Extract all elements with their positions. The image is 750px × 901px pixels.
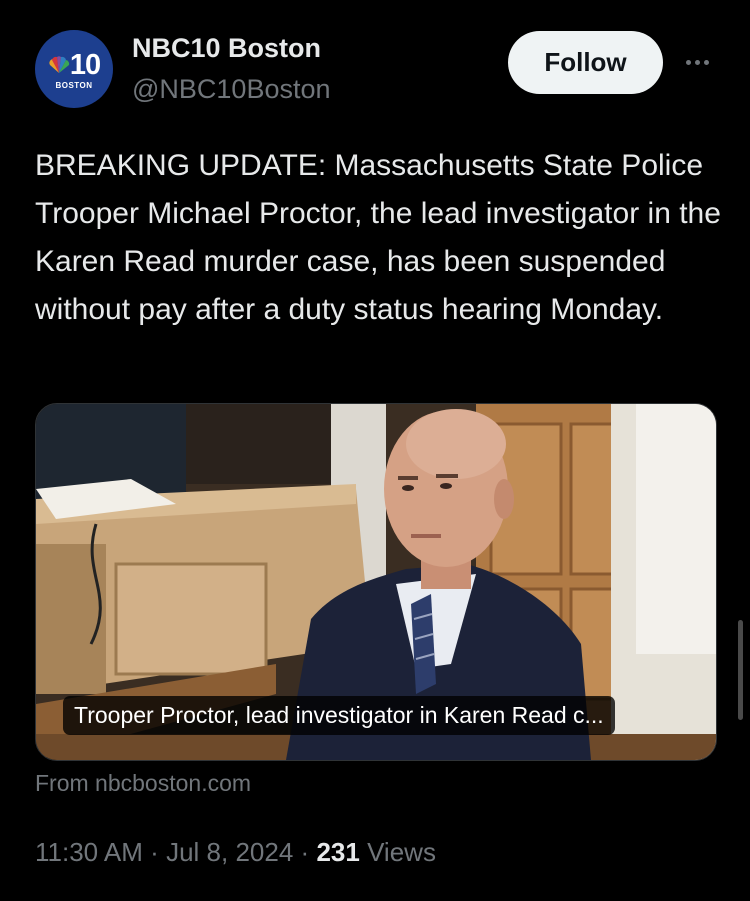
author-handle[interactable]: @NBC10Boston (132, 74, 331, 105)
nbc10-logo: 10 (48, 48, 101, 81)
avatar[interactable]: 10 BOSTON (35, 30, 113, 108)
media-caption: Trooper Proctor, lead investigator in Ka… (63, 696, 615, 735)
meta-separator: · (150, 837, 159, 867)
scrollbar[interactable] (738, 620, 743, 720)
views-count: 231 (316, 837, 360, 867)
tweet-meta: 11:30 AM · Jul 8, 2024 · 231 Views (35, 837, 436, 868)
peacock-icon (49, 56, 70, 73)
logo-number: 10 (69, 48, 101, 81)
more-options-button[interactable] (680, 48, 714, 76)
tweet-time[interactable]: 11:30 AM (35, 837, 143, 867)
logo-city: BOSTON (55, 80, 93, 90)
author-name[interactable]: NBC10 Boston (132, 33, 321, 64)
ellipsis-dot (694, 59, 700, 65)
ellipsis-dot (703, 59, 709, 65)
ellipsis-icon (685, 59, 691, 65)
follow-button[interactable]: Follow (508, 31, 663, 94)
source-link[interactable]: From nbcboston.com (35, 770, 251, 797)
media-card[interactable]: Trooper Proctor, lead investigator in Ka… (35, 403, 717, 761)
tweet-text: BREAKING UPDATE: Massachusetts State Pol… (35, 149, 721, 326)
tweet-date[interactable]: Jul 8, 2024 (166, 837, 293, 867)
views-label: Views (367, 837, 436, 867)
meta-separator: · (300, 837, 310, 867)
